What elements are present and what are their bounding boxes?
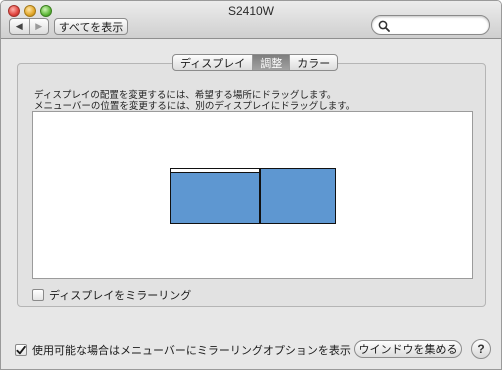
show-options-checkbox-box[interactable] xyxy=(15,344,27,356)
main-display-rect[interactable] xyxy=(170,168,260,224)
back-arrow-icon: ◀ xyxy=(15,21,23,31)
show-mirror-options-label: 使用可能な場合はメニューバーにミラーリングオプションを表示 xyxy=(32,345,351,357)
search-icon xyxy=(378,20,390,32)
tab-color[interactable]: カラー xyxy=(289,55,337,70)
mirror-displays-label: ディスプレイをミラーリング xyxy=(49,290,192,302)
back-forward-control: ◀ ▶ xyxy=(9,18,49,35)
tab-arrangement[interactable]: 調整 xyxy=(252,55,290,70)
mirror-displays-checkbox[interactable]: ディスプレイをミラーリング xyxy=(32,287,191,303)
tab-display[interactable]: ディスプレイ xyxy=(173,55,252,70)
show-all-button[interactable]: すべてを表示 xyxy=(54,18,128,35)
title-bar: S2410W ◀ ▶ すべてを表示 xyxy=(1,1,501,39)
forward-arrow-icon: ▶ xyxy=(35,21,43,31)
preferences-window: S2410W ◀ ▶ すべてを表示 ディスプレイ 調整 カラー ディスプレイの配… xyxy=(0,0,502,370)
search-field[interactable] xyxy=(371,15,490,35)
checkmark-icon xyxy=(16,345,26,354)
menubar-indicator[interactable] xyxy=(171,169,259,173)
forward-button[interactable]: ▶ xyxy=(28,19,49,34)
mirror-checkbox-box[interactable] xyxy=(32,289,44,301)
display-arrangement-area xyxy=(32,111,473,279)
tab-bar: ディスプレイ 調整 カラー xyxy=(172,54,339,71)
help-button[interactable]: ? xyxy=(471,339,491,359)
gather-windows-button[interactable]: ウインドウを集める xyxy=(354,340,462,358)
show-mirror-options-checkbox[interactable]: 使用可能な場合はメニューバーにミラーリングオプションを表示 xyxy=(15,342,351,358)
back-button[interactable]: ◀ xyxy=(10,19,29,34)
secondary-display-rect[interactable] xyxy=(260,168,336,224)
arrangement-instruction-2: メニューバーの位置を変更するには、別のディスプレイにドラッグします。 xyxy=(34,101,356,112)
